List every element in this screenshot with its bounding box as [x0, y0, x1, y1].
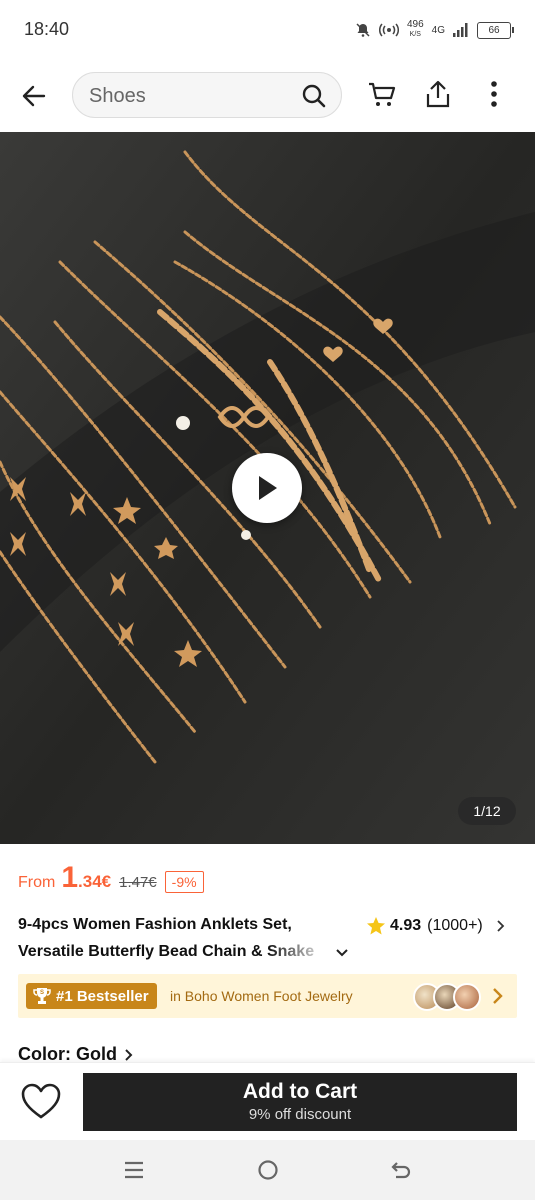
header: Shoes: [0, 60, 535, 132]
price-integer: 1: [61, 861, 79, 894]
thumbnail: [453, 983, 481, 1011]
home-circle-icon: [258, 1160, 278, 1180]
nav-home-button[interactable]: [256, 1158, 280, 1182]
heart-icon: [21, 1083, 61, 1119]
add-to-cart-label: Add to Cart: [242, 1080, 358, 1103]
price-row: From 1 .34€ 1.47€ -9%: [18, 861, 204, 894]
chevron-right-icon: [125, 1048, 133, 1061]
bottom-action-bar: Add to Cart 9% off discount: [0, 1062, 535, 1141]
review-count: (1000+): [427, 917, 483, 934]
svg-text:S: S: [40, 990, 44, 996]
network-speed: 496 K/S: [407, 20, 424, 40]
status-icons: 496 K/S 4G 66: [355, 18, 514, 42]
trophy-icon: S: [33, 988, 51, 1004]
status-bar: 18:40 496 K/S 4G 66: [0, 0, 535, 60]
image-counter: 1/12: [458, 797, 516, 825]
cart-icon: [369, 82, 396, 106]
bestseller-thumbnails: [413, 983, 481, 1011]
add-to-cart-button[interactable]: Add to Cart 9% off discount: [83, 1073, 517, 1131]
price-decimal: .34€: [78, 872, 112, 891]
hotspot-icon: [378, 23, 399, 37]
product-title[interactable]: 9-4pcs Women Fashion Anklets Set, Versat…: [18, 911, 358, 965]
share-button[interactable]: [422, 78, 454, 115]
add-to-cart-discount: 9% off discount: [248, 1106, 352, 1123]
bestseller-label: #1 Bestseller: [56, 987, 149, 1005]
search-icon[interactable]: [301, 83, 327, 109]
product-title-line2: Versatile Butterfly Bead Chain & Snake: [18, 943, 315, 960]
rating[interactable]: 4.93 (1000+): [366, 916, 507, 936]
price-from-label: From: [18, 874, 56, 891]
search-placeholder: Shoes: [89, 85, 146, 107]
product-title-line1: 9-4pcs Women Fashion Anklets Set,: [18, 916, 292, 933]
signal-icon: [453, 23, 468, 37]
search-input[interactable]: Shoes: [72, 72, 342, 118]
play-icon: [259, 476, 277, 500]
back-button[interactable]: [16, 78, 52, 114]
chevron-down-icon[interactable]: [334, 944, 350, 960]
battery-icon: 66: [477, 21, 514, 39]
chevron-right-icon: [493, 988, 503, 1004]
menu-icon: [125, 1161, 143, 1179]
nav-menu-button[interactable]: [122, 1158, 146, 1182]
battery-level: 66: [488, 24, 500, 36]
bestseller-category: in Boho Women Foot Jewelry: [170, 988, 353, 1004]
arrow-left-icon: [22, 85, 46, 107]
bestseller-badge: S #1 Bestseller: [26, 983, 157, 1009]
original-price: 1.47€: [119, 874, 157, 891]
back-arrow-icon: [391, 1162, 411, 1179]
status-time: 18:40: [24, 19, 70, 39]
star-icon: [367, 917, 385, 935]
more-vertical-icon: [491, 81, 497, 107]
product-image[interactable]: 1/12: [0, 132, 535, 844]
discount-badge: -9%: [164, 871, 204, 893]
net-speed-unit: K/S: [409, 31, 421, 38]
net-speed-value: 496: [406, 19, 424, 30]
share-icon: [426, 80, 450, 108]
system-nav-bar: [0, 1140, 535, 1200]
play-video-button[interactable]: [232, 453, 302, 523]
rating-score: 4.93: [390, 917, 422, 934]
mute-bell-icon: [356, 23, 370, 37]
nav-back-button[interactable]: [389, 1158, 413, 1182]
chevron-right-icon: [497, 920, 505, 932]
bestseller-banner[interactable]: S #1 Bestseller in Boho Women Foot Jewel…: [18, 974, 517, 1018]
network-type: 4G: [431, 24, 445, 36]
cart-button[interactable]: [366, 78, 398, 115]
wishlist-button[interactable]: [20, 1083, 62, 1126]
product-title-line2-wrap: Versatile Butterfly Bead Chain & Snake: [18, 938, 358, 965]
more-options-button[interactable]: [478, 78, 510, 115]
